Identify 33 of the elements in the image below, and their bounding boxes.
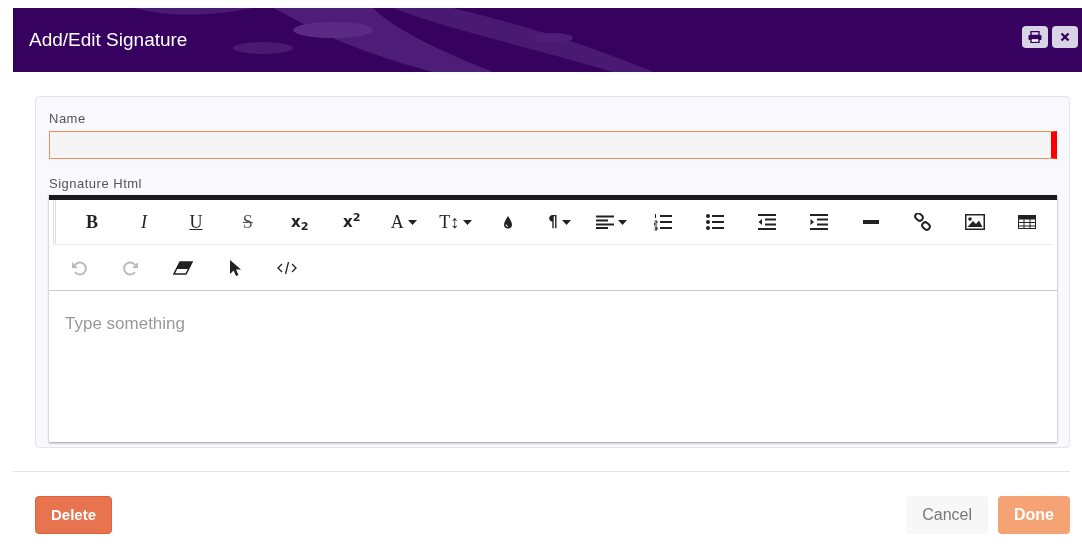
html-editor[interactable]: B I U S x$_{2}$ x$^{2}$ A T↕ ¶ Type something [49,195,1057,442]
bold-button[interactable]: B [66,204,118,240]
printer-icon [1028,31,1042,43]
close-button[interactable] [1052,26,1078,48]
print-button[interactable] [1022,26,1048,48]
code-icon [277,260,297,275]
editor-area[interactable]: Type something [49,291,1057,435]
link-icon [914,213,933,231]
outdent-icon [758,214,777,230]
paragraph-dropdown[interactable]: ¶ [533,204,586,240]
numbered-list-icon [654,213,673,231]
pointer-icon [229,259,241,276]
field-label: Signature Html [49,174,143,193]
underline-button[interactable]: U [169,204,222,240]
eraser-icon [173,260,193,275]
font-size-dropdown[interactable]: T↕ [429,204,482,240]
strikethrough-button[interactable]: S [221,204,274,240]
close-icon [1060,32,1070,42]
cancel-button[interactable]: Cancel [906,496,988,534]
name-field[interactable] [49,130,1057,159]
table-icon [1018,215,1037,229]
subscript-button[interactable]: x$_{2}$ [273,204,326,240]
indent-icon [810,214,829,230]
redo-icon [123,259,139,276]
align-left-icon [596,215,614,229]
bullet-list-icon [706,214,725,230]
italic-button[interactable]: I [117,204,170,240]
dialog-title: Add/Edit Signature [29,27,188,52]
superscript-button[interactable]: x$^{2}$ [325,204,378,240]
image-icon [965,214,986,230]
field-label: Name [49,110,87,128]
font-dropdown[interactable]: A [377,204,430,240]
undo-icon [71,259,87,276]
